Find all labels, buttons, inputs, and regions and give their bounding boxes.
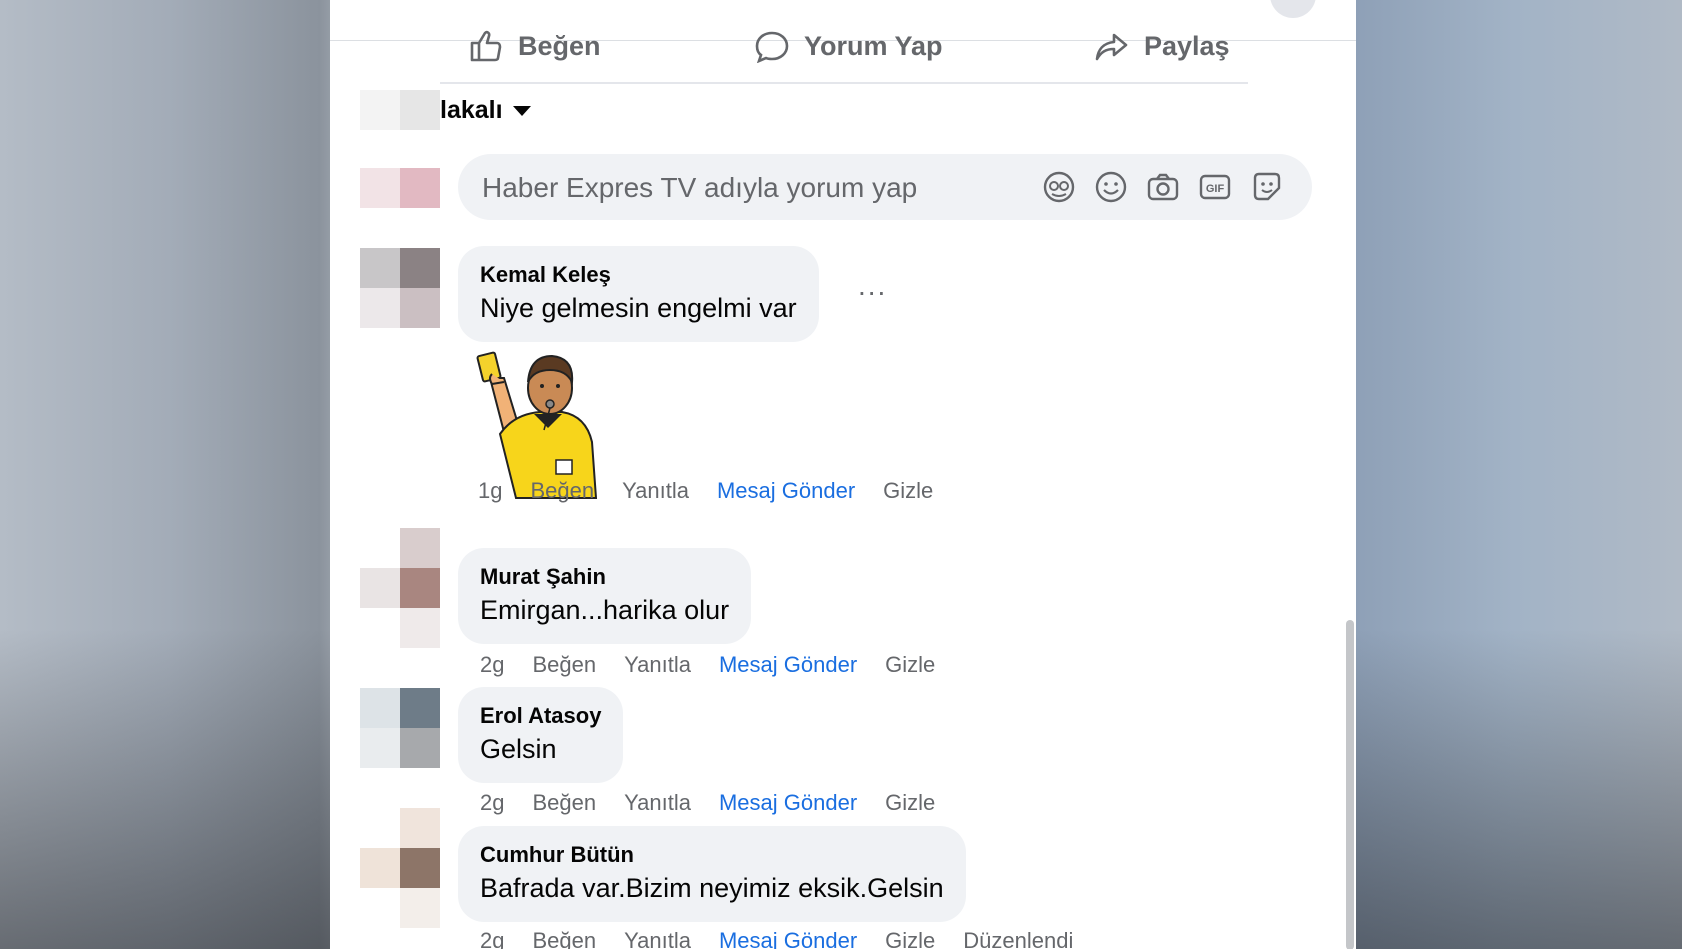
comment-filter-label: lakalı [440,96,503,124]
comment-bubble: Erol Atasoy Gelsin [458,687,624,783]
like-comment-link[interactable]: Beğen [530,478,594,504]
comment-item: Murat Şahin Emirgan...harika olur [458,548,752,644]
hide-link[interactable]: Gizle [883,478,933,504]
send-message-link[interactable]: Mesaj Gönder [719,652,857,678]
comment-bubble: Murat Şahin Emirgan...harika olur [458,548,752,644]
hide-link[interactable]: Gizle [885,790,935,816]
reply-link[interactable]: Yanıtla [624,928,691,949]
caret-down-icon [512,105,531,116]
like-comment-link[interactable]: Beğen [532,790,596,816]
speech-bubble-icon [755,31,789,63]
comment-author[interactable]: Cumhur Bütün [480,840,944,870]
comment-time[interactable]: 1g [478,478,502,504]
comment-action-label: Yorum Yap [804,30,943,61]
comment-time[interactable]: 2g [480,790,504,816]
comment-text: Bafrada var.Bizim neyimiz eksik.Gelsin [480,873,944,903]
like-action-button[interactable]: Beğen [468,30,601,62]
comment-author[interactable]: Murat Şahin [480,562,729,592]
comment-item: Cumhur Bütün Bafrada var.Bizim neyimiz e… [458,826,966,922]
comment-time[interactable]: 2g [480,928,504,949]
close-button[interactable] [1270,0,1316,18]
comment-filter-dropdown[interactable]: lakalı [440,96,531,125]
comment-author[interactable]: Erol Atasoy [480,701,601,731]
camera-icon[interactable] [1146,170,1180,204]
hide-link[interactable]: Gizle [885,652,935,678]
comment-input[interactable] [480,168,1044,208]
more-options-icon[interactable]: ... [858,270,887,302]
like-comment-link[interactable]: Beğen [532,652,596,678]
comment-item: Kemal Keleş Niye gelmesin engelmi var [458,246,819,342]
comment-author[interactable]: Kemal Keleş [480,260,797,290]
comment-meta: 2g Beğen Yanıtla Mesaj Gönder Gizle [480,790,963,816]
comments-panel: Beğen Yorum Yap Paylaş lakalı Haber Expr… [330,0,1356,949]
comment-meta: 2g Beğen Yanıtla Mesaj Gönder Gizle [480,652,963,678]
comment-bubble: Kemal Keleş Niye gelmesin engelmi var [458,246,819,342]
blurred-avatars [360,40,442,949]
comment-bubble: Cumhur Bütün Bafrada var.Bizim neyimiz e… [458,826,966,922]
sticker-icon[interactable] [1250,170,1284,204]
comment-meta: 2g Beğen Yanıtla Mesaj Gönder Gizle Düze… [480,928,1101,949]
reply-link[interactable]: Yanıtla [624,652,691,678]
send-message-link[interactable]: Mesaj Gönder [719,790,857,816]
edited-label: Düzenlendi [963,928,1074,949]
reply-link[interactable]: Yanıtla [622,478,689,504]
share-action-label: Paylaş [1144,30,1230,61]
divider [440,82,1248,84]
like-comment-link[interactable]: Beğen [532,928,596,949]
svg-text:GIF: GIF [1206,183,1225,195]
like-action-label: Beğen [518,30,601,61]
avatar-icon[interactable] [1042,170,1076,204]
comment-meta: 1g Beğen Yanıtla Mesaj Gönder Gizle [478,478,961,504]
hide-link[interactable]: Gizle [885,928,935,949]
comment-text: Emirgan...harika olur [480,595,730,625]
reply-link[interactable]: Yanıtla [624,790,691,816]
share-arrow-icon [1095,33,1128,61]
gif-icon[interactable]: GIF [1198,170,1232,204]
comment-action-button[interactable]: Yorum Yap [754,30,943,63]
comment-item: Erol Atasoy Gelsin [458,687,624,783]
comment-text: Niye gelmesin engelmi var [480,293,797,323]
comment-composer: GIF [458,154,1312,220]
emoji-icon[interactable] [1094,170,1128,204]
send-message-link[interactable]: Mesaj Gönder [719,928,857,949]
scrollbar[interactable] [1346,620,1354,949]
comment-text: Gelsin [480,734,557,764]
comment-time[interactable]: 2g [480,652,504,678]
share-action-button[interactable]: Paylaş [1094,30,1230,62]
send-message-link[interactable]: Mesaj Gönder [717,478,855,504]
thumbs-up-icon [470,30,502,62]
